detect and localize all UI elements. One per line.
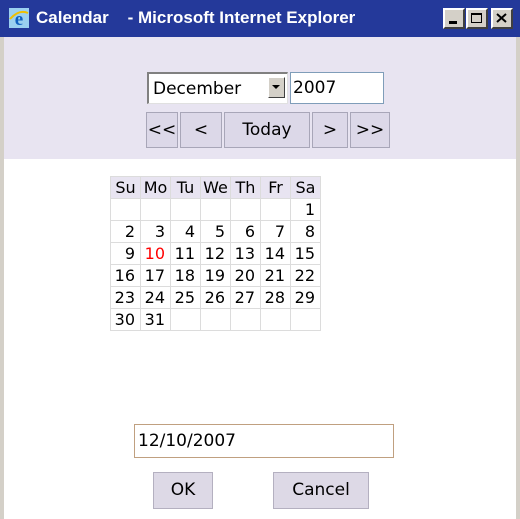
calendar-empty-cell (110, 198, 141, 221)
month-select[interactable]: December (147, 72, 288, 104)
calendar-day[interactable]: 8 (290, 220, 321, 243)
ok-button[interactable]: OK (153, 472, 213, 509)
weekday-header: We (200, 176, 231, 199)
weekday-header: Sa (290, 176, 321, 199)
calendar-empty-cell (170, 198, 201, 221)
prev-month-button[interactable]: < (180, 112, 222, 148)
calendar-day[interactable]: 1 (290, 198, 321, 221)
calendar-day[interactable]: 7 (260, 220, 291, 243)
chevron-down-icon (272, 85, 280, 89)
close-icon (496, 13, 507, 23)
calendar-day[interactable]: 16 (110, 264, 141, 287)
minimize-icon (449, 21, 457, 24)
calendar-day[interactable]: 26 (200, 286, 231, 309)
window-frame-right (516, 37, 520, 519)
calendar-day[interactable]: 25 (170, 286, 201, 309)
internet-explorer-icon: e (8, 7, 30, 30)
maximize-button[interactable] (466, 8, 488, 29)
calendar-day[interactable]: 13 (230, 242, 261, 265)
calendar-week-row: 1 (110, 198, 321, 221)
calendar-empty-cell (200, 198, 231, 221)
minimize-button[interactable] (443, 8, 465, 29)
calendar-day[interactable]: 23 (110, 286, 141, 309)
maximize-icon (471, 13, 482, 23)
calendar-day[interactable]: 20 (230, 264, 261, 287)
weekday-header-row: Su Mo Tu We Th Fr Sa (110, 176, 321, 199)
weekday-header: Tu (170, 176, 201, 199)
close-button[interactable] (491, 8, 513, 29)
calendar-day[interactable]: 28 (260, 286, 291, 309)
calendar-empty-cell (230, 198, 261, 221)
calendar-week-row: 30 31 (110, 308, 321, 331)
year-input[interactable]: 2007 (290, 72, 384, 104)
calendar-day[interactable]: 15 (290, 242, 321, 265)
calendar-week-row: 2345678 (110, 220, 321, 243)
calendar-empty-cell (290, 308, 321, 331)
calendar-day[interactable]: 9 (110, 242, 141, 265)
calendar-day[interactable]: 10 (140, 242, 171, 265)
calendar-body: 1 2 3 4 5 6 7 8 9 10 11 12 13 14 15 16 17 18 19 20 21 22 23 24 2… (110, 198, 321, 331)
calendar-day[interactable]: 2 (110, 220, 141, 243)
weekday-header: Fr (260, 176, 291, 199)
calendar-day[interactable]: 14 (260, 242, 291, 265)
calendar-week-row: 16 17 18 19 20 21 22 (110, 264, 321, 287)
calendar-day[interactable]: 3 (140, 220, 171, 243)
window-title: Calendar - Microsoft Internet Explorer (36, 8, 356, 27)
calendar-day[interactable]: 22 (290, 264, 321, 287)
calendar-day[interactable]: 27 (230, 286, 261, 309)
next-month-button[interactable]: > (312, 112, 348, 148)
calendar-day[interactable]: 19 (200, 264, 231, 287)
calendar-day[interactable]: 30 (110, 308, 141, 331)
calendar-grid: Su Mo Tu We Th Fr Sa 1 2 3 4 5 6 7 8 9 10 11 12 13 14… (110, 176, 321, 331)
calendar-empty-cell (260, 308, 291, 331)
calendar-empty-cell (230, 308, 261, 331)
next-year-button[interactable]: >> (350, 112, 390, 148)
dropdown-arrow-button[interactable] (268, 77, 285, 98)
calendar-day[interactable]: 24 (140, 286, 171, 309)
calendar-day[interactable]: 18 (170, 264, 201, 287)
calendar-day[interactable]: 12 (200, 242, 231, 265)
calendar-day[interactable]: 29 (290, 286, 321, 309)
calendar-day[interactable]: 5 (200, 220, 231, 243)
calendar-empty-cell (140, 198, 171, 221)
title-bar[interactable]: e Calendar - Microsoft Internet Explorer (0, 0, 520, 37)
calendar-empty-cell (260, 198, 291, 221)
month-select-value: December (153, 79, 242, 99)
calendar-day[interactable]: 21 (260, 264, 291, 287)
calendar-day[interactable]: 6 (230, 220, 261, 243)
calendar-day[interactable]: 17 (140, 264, 171, 287)
today-button[interactable]: Today (224, 112, 310, 148)
calendar-empty-cell (170, 308, 201, 331)
calendar-day[interactable]: 31 (140, 308, 171, 331)
weekday-header: Su (110, 176, 141, 199)
weekday-header: Th (230, 176, 261, 199)
cancel-button[interactable]: Cancel (273, 472, 369, 509)
prev-year-button[interactable]: << (146, 112, 178, 148)
calendar-day[interactable]: 11 (170, 242, 201, 265)
calendar-week-row: 9 10 11 12 13 14 15 (110, 242, 321, 265)
weekday-header: Mo (140, 176, 171, 199)
calendar-day[interactable]: 4 (170, 220, 201, 243)
calendar-window: e Calendar - Microsoft Internet Explorer… (0, 0, 520, 519)
calendar-week-row: 23 24 25 26 27 28 29 (110, 286, 321, 309)
calendar-empty-cell (200, 308, 231, 331)
selected-date-input[interactable]: 12/10/2007 (134, 424, 394, 458)
